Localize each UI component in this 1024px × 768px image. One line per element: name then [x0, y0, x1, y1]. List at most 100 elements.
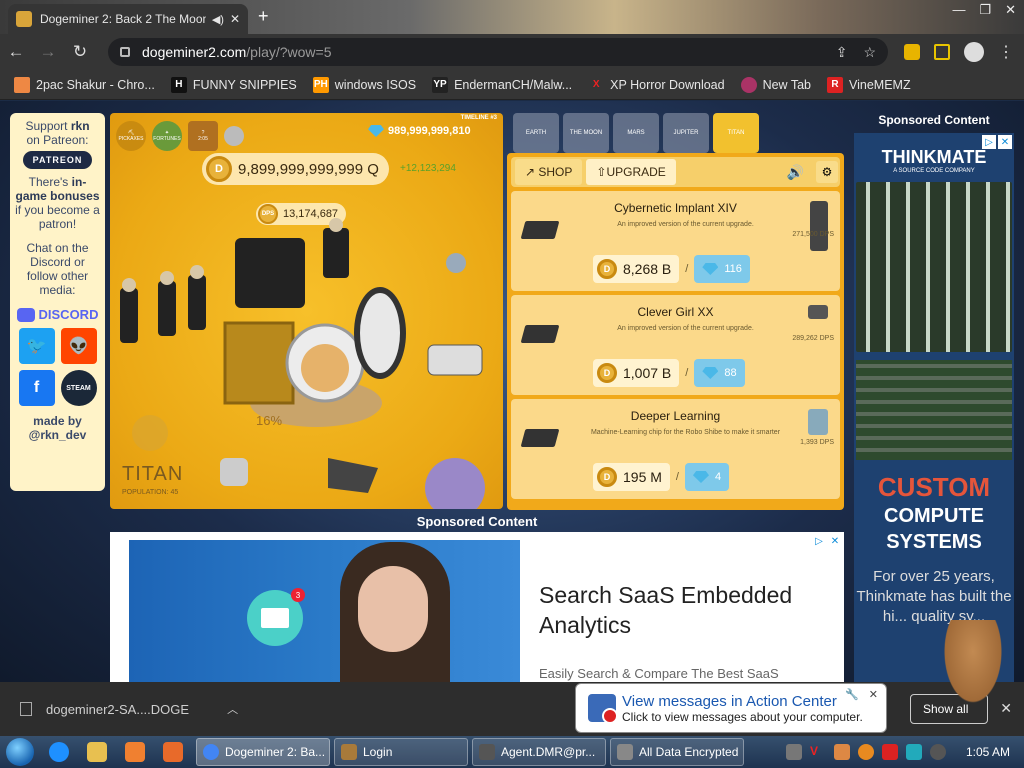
- upgrade-name: Clever Girl XX: [637, 305, 714, 319]
- adchoices-icon[interactable]: ▷: [982, 135, 996, 149]
- buy-gems-button[interactable]: 116: [694, 255, 750, 283]
- media-player-pin[interactable]: [116, 736, 154, 768]
- speaker-icon[interactable]: ◀): [212, 13, 224, 26]
- banner-ad[interactable]: 3 Search SaaS Embedded Analytics Easily …: [110, 532, 844, 682]
- planet-moon[interactable]: THE MOON: [563, 113, 609, 153]
- window-close-icon[interactable]: ✕: [1005, 2, 1016, 18]
- forward-icon[interactable]: →: [32, 42, 64, 62]
- tray-icon[interactable]: [833, 744, 850, 760]
- tray-v-icon[interactable]: V: [810, 744, 826, 760]
- extensions-icon[interactable]: [904, 44, 920, 60]
- game-canvas[interactable]: ⛏ PICKAXES ✦ FORTUNES ? 2:05 989,999,999,81…: [110, 113, 503, 509]
- upgrade-thumbnail-icon: [810, 201, 828, 251]
- share-icon[interactable]: ⇪: [836, 44, 848, 61]
- chevron-up-icon[interactable]: ︿: [227, 701, 238, 717]
- browser-toolbar: ← → ↻ dogeminer2.com/play/?wow=5 ⇪ ☆ ⋮: [0, 34, 1024, 70]
- mystery-crate-button[interactable]: ? 2:05: [188, 121, 218, 151]
- upgrade-desc: Machine-Learning chip for the Robo Shibe…: [590, 429, 781, 436]
- patreon-button[interactable]: PATREON: [22, 151, 93, 169]
- app-pin[interactable]: [154, 736, 192, 768]
- tab-shop[interactable]: ↗ SHOP: [515, 159, 583, 185]
- balloon-title[interactable]: View messages in Action Center: [622, 693, 863, 710]
- tray-icon[interactable]: [785, 744, 802, 760]
- side-panel-icon[interactable]: [934, 44, 950, 60]
- ad-image: [129, 540, 520, 682]
- menu-kebab-icon[interactable]: ⋮: [998, 42, 1014, 62]
- planet-earth[interactable]: EARTH: [513, 113, 559, 153]
- thinkmate-ad[interactable]: ▷ ✕ THINKMATE A SOURCE CODE COMPANY CUSTO…: [854, 133, 1014, 682]
- windows-orb-icon: [6, 738, 34, 766]
- reddit-icon[interactable]: 👽: [60, 328, 97, 364]
- explorer-pin[interactable]: [78, 736, 116, 768]
- url-host: dogeminer2.com: [142, 44, 247, 60]
- ad-close-icon[interactable]: ✕: [828, 534, 842, 548]
- facebook-icon[interactable]: f: [18, 370, 55, 406]
- gear-icon[interactable]: ⚙: [816, 161, 838, 183]
- dev-handle-link[interactable]: @rkn_dev: [29, 428, 87, 442]
- wrench-icon[interactable]: 🔧: [845, 688, 859, 701]
- dps-counter: DPS 13,174,687: [256, 203, 347, 225]
- bookmarks-bar: 2pac Shakur - Chro... H FUNNY SNIPPIES PH…: [0, 70, 1024, 100]
- bookmark-item[interactable]: R VineMEMZ: [827, 76, 911, 93]
- bookmark-item[interactable]: X XP Horror Download: [588, 77, 725, 93]
- bookmark-item[interactable]: YP EndermanCH/Malw...: [432, 76, 572, 93]
- start-button[interactable]: [0, 736, 40, 768]
- upgrade-thumbnail-icon: [808, 305, 828, 319]
- planet-mars[interactable]: MARS: [613, 113, 659, 153]
- discord-link[interactable]: DISCORD: [10, 307, 105, 322]
- profile-avatar[interactable]: [964, 42, 984, 62]
- fortunes-button[interactable]: ✦ FORTUNES: [152, 121, 182, 151]
- ad-subtitle: Easily Search & Compare The Best SaaS: [539, 666, 779, 681]
- taskbar-item[interactable]: Agent.DMR@pr...: [472, 738, 606, 766]
- bookmark-item[interactable]: New Tab: [740, 76, 811, 93]
- chat-text: Chat on the Discord or follow other medi…: [26, 241, 89, 297]
- sidebar-ad: Sponsored Content ▷ ✕ THINKMATE A SOURCE …: [854, 113, 1014, 682]
- progress-percent: 16%: [256, 413, 283, 428]
- action-center-icon[interactable]: [881, 744, 898, 760]
- tray-icon[interactable]: [857, 744, 874, 760]
- taskbar-item[interactable]: All Data Encrypted: [610, 738, 744, 766]
- ie-pin[interactable]: [40, 736, 78, 768]
- bookmark-item[interactable]: H FUNNY SNIPPIES: [170, 76, 297, 93]
- planet-titan[interactable]: TITAN: [713, 113, 759, 153]
- pickaxes-button[interactable]: ⛏ PICKAXES: [116, 121, 146, 151]
- steam-group-icon[interactable]: STEAM: [60, 370, 97, 406]
- balloon-close-icon[interactable]: ✕: [869, 688, 878, 701]
- lock-icon[interactable]: [120, 47, 130, 57]
- buy-gems-button[interactable]: 88: [694, 359, 745, 387]
- browser-tab[interactable]: Dogeminer 2: Back 2 The Moon ◀) ✕: [8, 4, 248, 34]
- new-tab-button[interactable]: +: [258, 6, 269, 27]
- notification-balloon[interactable]: View messages in Action Center Click to …: [575, 683, 887, 733]
- pause-icon[interactable]: [224, 126, 244, 146]
- adchoices-icon[interactable]: ▷: [812, 534, 826, 548]
- clock[interactable]: 1:05 AM: [966, 745, 1010, 759]
- reload-icon[interactable]: ↻: [64, 42, 96, 62]
- taskbar-item[interactable]: Dogeminer 2: Ba...: [196, 738, 330, 766]
- support-panel: Support rkn on Patreon: PATREON There's …: [10, 113, 105, 491]
- taskbar-item[interactable]: Login: [334, 738, 468, 766]
- ad-close-icon[interactable]: ✕: [998, 135, 1012, 149]
- download-item[interactable]: dogeminer2-SA....DOGE ︿: [0, 701, 238, 717]
- volume-icon[interactable]: [929, 744, 946, 760]
- back-icon[interactable]: ←: [0, 42, 32, 62]
- tab-close-icon[interactable]: ✕: [230, 12, 240, 26]
- bookmark-item[interactable]: 2pac Shakur - Chro...: [14, 76, 155, 93]
- planet-jupiter[interactable]: JUPITER: [663, 113, 709, 153]
- minimize-icon[interactable]: —: [952, 2, 965, 18]
- laptop-icon: [520, 429, 560, 447]
- buy-gems-button[interactable]: 4: [684, 463, 730, 491]
- restore-icon[interactable]: ❐: [979, 2, 991, 18]
- address-bar[interactable]: dogeminer2.com/play/?wow=5 ⇪ ☆: [108, 38, 888, 66]
- buy-coins-button[interactable]: D 1,007 B: [593, 359, 680, 387]
- tab-upgrade[interactable]: ⇧ UPGRADE: [586, 159, 676, 185]
- buy-coins-button[interactable]: D 8,268 B: [593, 255, 680, 283]
- sound-icon[interactable]: 🔊: [787, 164, 804, 181]
- buy-coins-button[interactable]: D 195 M: [593, 463, 670, 491]
- star-icon[interactable]: ☆: [863, 44, 876, 61]
- tray-icon[interactable]: [905, 744, 922, 760]
- bookmark-item[interactable]: PH windows ISOS: [312, 76, 416, 93]
- hamster-desktop-pet[interactable]: [940, 620, 1006, 710]
- notification-badge: 3: [291, 588, 305, 602]
- laptop-icon: [520, 221, 560, 239]
- twitter-icon[interactable]: 🐦: [18, 328, 55, 364]
